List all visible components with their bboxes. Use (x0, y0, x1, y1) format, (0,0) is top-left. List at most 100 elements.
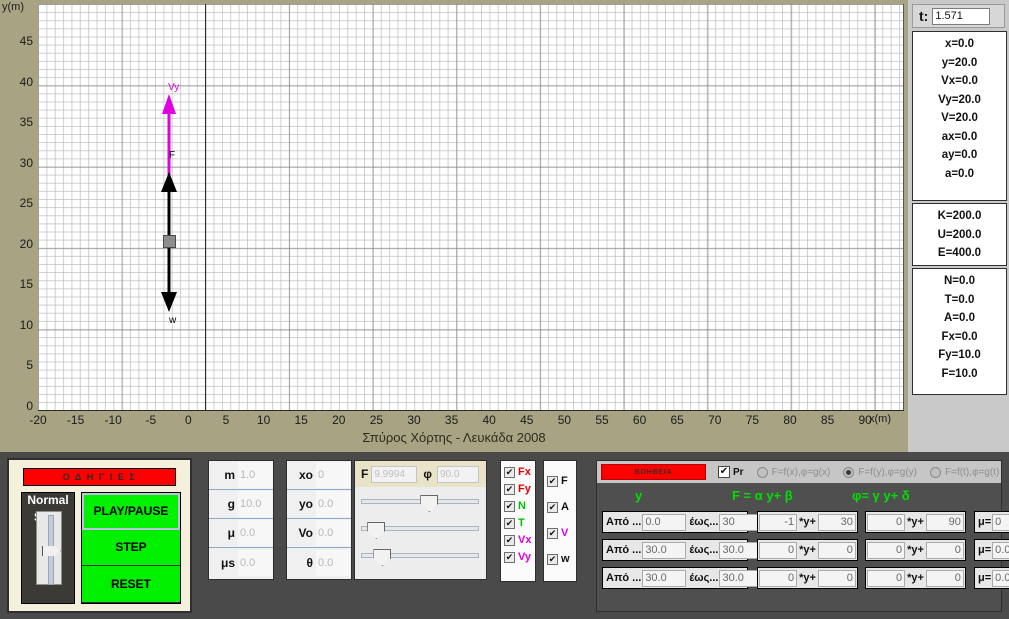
multiply-label: *y+ (799, 572, 816, 584)
param-label: θ (306, 555, 314, 570)
kinematics-value: x=0.0 (944, 38, 975, 50)
pr-checkbox[interactable]: ✔ Pr (718, 466, 744, 478)
checkbox-box[interactable]: ✔ (547, 501, 558, 513)
param-input-Vo[interactable] (316, 520, 350, 546)
checkbox-box[interactable]: ✔ (504, 483, 515, 495)
radio-label: F=f(y),φ=g(y) (858, 466, 917, 478)
slider-row[interactable] (355, 514, 486, 541)
pr-checkbox-box[interactable]: ✔ (718, 466, 730, 478)
vector-toggle-Fx[interactable]: ✔ Fx (501, 466, 535, 478)
slider-row[interactable] (355, 541, 486, 568)
playback-controls: Ο Δ Η Γ Ι Ε Σ Normal Slow PLAY/PAUSESTEP… (7, 458, 192, 613)
y-tick: 20 (19, 236, 33, 251)
coeff-alpha-input[interactable] (759, 513, 798, 531)
checkbox-box[interactable]: ✔ (504, 500, 515, 512)
checkbox-box[interactable]: ✔ (504, 517, 515, 529)
checkbox-label: Vx (518, 534, 532, 546)
coeff-delta-input[interactable] (925, 569, 964, 587)
coeff-alpha-input[interactable] (759, 541, 798, 559)
checkbox-label: Fy (518, 483, 531, 495)
vector-toggle-F[interactable]: ✔ F (544, 475, 576, 487)
param-input-xo[interactable] (316, 462, 350, 488)
help-button[interactable]: ΒΟΗΘΕΙΑ (601, 464, 706, 480)
time-input[interactable] (932, 7, 991, 25)
range-from-input[interactable] (642, 541, 687, 559)
radio-button[interactable] (843, 466, 855, 478)
mu-input[interactable] (992, 541, 1009, 559)
force-magnitude-input[interactable] (371, 465, 418, 483)
mu-label: μ= (978, 544, 992, 556)
vector-toggle-w[interactable]: ✔ w (544, 553, 576, 565)
slider-thumb[interactable] (420, 495, 439, 512)
vector-toggle-Vx[interactable]: ✔ Vx (501, 534, 535, 546)
y-tick: 30 (19, 155, 33, 170)
checkbox-box[interactable]: ✔ (504, 466, 515, 478)
mu-input[interactable] (992, 513, 1009, 531)
x-tick: 85 (820, 413, 835, 427)
x-tick: 80 (783, 413, 797, 427)
energy-readout: K=200.0 U=200.0 E=400.0 (912, 203, 1007, 266)
coeff-gamma-input[interactable] (867, 569, 906, 587)
instructions-button[interactable]: Ο Δ Η Γ Ι Ε Σ (23, 468, 176, 486)
transport-button-reset[interactable]: RESET (82, 566, 180, 603)
param-label: Vo (298, 526, 313, 540)
slider-thumb[interactable] (367, 522, 386, 539)
radio-button[interactable] (756, 466, 768, 478)
force-angle-label: φ (423, 467, 432, 481)
function-mode-radio[interactable]: F=f(x),φ=g(x) (756, 466, 830, 478)
x-tick: 75 (745, 413, 760, 427)
param-input-μs[interactable] (238, 549, 272, 576)
param-input-μ[interactable] (238, 520, 272, 546)
coeff-delta-input[interactable] (925, 541, 964, 559)
function-mode-radio[interactable]: F=f(y),φ=g(y) (843, 466, 917, 478)
checkbox-box[interactable]: ✔ (504, 534, 515, 546)
checkbox-box[interactable]: ✔ (547, 527, 558, 539)
speed-slider-track[interactable] (36, 511, 62, 585)
function-mode-radio[interactable]: F=f(t),φ=g(t) (930, 466, 999, 478)
checkbox-box[interactable]: ✔ (547, 553, 558, 565)
slider-row[interactable] (355, 487, 486, 514)
coeff-delta-input[interactable] (925, 513, 964, 531)
x-tick: 40 (482, 413, 496, 427)
param-input-m[interactable] (238, 462, 272, 488)
vector-toggle-Vy[interactable]: ✔ Vy (501, 551, 535, 563)
force-angle-input[interactable] (436, 465, 479, 483)
vector-toggle-V[interactable]: ✔ V (544, 527, 576, 539)
graph-area[interactable]: y(m) x(m) 45 40 35 30 25 20 15 10 5 0 -20 -15 -10 -5… (0, 0, 908, 452)
coeff-gamma-input[interactable] (867, 513, 906, 531)
slider-track[interactable] (361, 499, 479, 504)
checkbox-label: N (518, 500, 526, 512)
vector-toggle-A[interactable]: ✔ A (544, 501, 576, 513)
transport-button-step[interactable]: STEP (82, 529, 180, 567)
coeff-alpha-input[interactable] (759, 569, 798, 587)
range-from-input[interactable] (642, 569, 687, 587)
energy-value: U=200.0 (937, 228, 982, 241)
coeff-beta-input[interactable] (817, 513, 856, 531)
speed-slider-group[interactable]: Normal Slow (21, 492, 75, 604)
checkbox-box[interactable]: ✔ (547, 475, 558, 487)
x-tick: 30 (407, 413, 421, 427)
plot-canvas[interactable] (38, 4, 904, 411)
radio-button[interactable] (930, 466, 941, 478)
param-input-θ[interactable] (316, 549, 350, 576)
transport-buttons: PLAY/PAUSE STEP RESET (81, 492, 181, 604)
mu-label: μ= (978, 516, 992, 528)
vector-toggle-Fy[interactable]: ✔ Fy (501, 483, 535, 495)
coeff-gamma-input[interactable] (867, 541, 906, 559)
mu-input[interactable] (992, 569, 1009, 587)
param-input-yo[interactable] (316, 491, 350, 517)
moving-object[interactable] (163, 235, 176, 248)
vector-toggle-N[interactable]: ✔ N (501, 500, 535, 512)
transport-button-play-pause[interactable]: PLAY/PAUSE (82, 493, 180, 530)
coeff-beta-input[interactable] (817, 569, 856, 587)
x-tick: 0 (185, 413, 192, 427)
function-row: Από ... έως... *y+ *y+ μ= (597, 537, 1009, 565)
force-values-row: F φ (355, 461, 486, 487)
param-input-g[interactable] (238, 491, 272, 517)
checkbox-box[interactable]: ✔ (504, 551, 515, 563)
coeff-beta-input[interactable] (817, 541, 856, 559)
range-from-input[interactable] (642, 513, 687, 531)
slider-thumb[interactable] (373, 549, 392, 566)
vector-toggle-T[interactable]: ✔ T (501, 517, 535, 529)
equation-force: F = α y+ β (732, 488, 793, 503)
